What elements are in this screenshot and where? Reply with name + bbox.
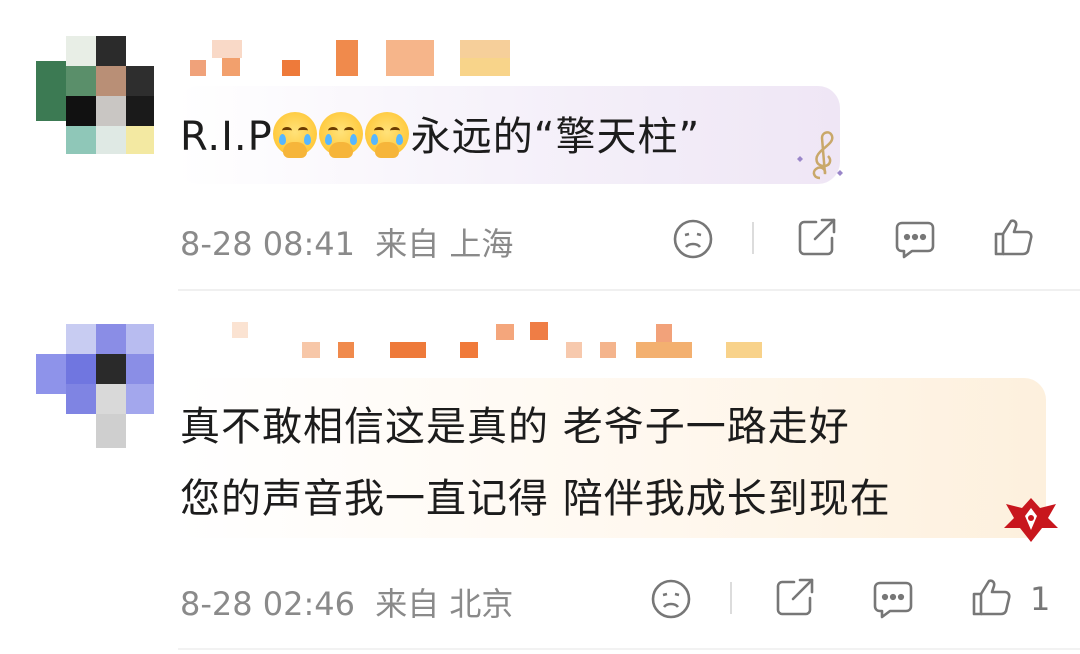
comment-meta: 8-28 08:41 来自 上海 [180,219,513,265]
comment-text-suffix: 永远的“擎天柱” [410,114,701,160]
comment-time: 8-28 08:41 [180,225,356,263]
crying-face-emoji [318,112,363,158]
username[interactable] [190,40,520,80]
comment-text: R.I.P 永远的“擎天柱” [180,104,700,162]
avatar[interactable] [36,36,154,154]
comment-item: R.I.P 永远的“擎天柱” 8-28 08:41 来自 上海 [0,0,1080,290]
like-count: 1 [1030,580,1051,618]
comment-item: 真不敢相信这是真的 老爷子一路走好 您的声音我一直记得 陪伴我成长到现在 8-2… [0,292,1080,654]
comment-text-line: 您的声音我一直记得 陪伴我成长到现在 [180,476,891,522]
comment-location: 来自 北京 [375,585,514,623]
username[interactable] [196,322,776,362]
sad-face-icon[interactable] [650,578,692,620]
thumbs-up-icon[interactable] [992,216,1034,258]
share-icon[interactable] [774,576,816,618]
sad-face-icon[interactable] [672,218,714,260]
avatar[interactable] [36,324,154,448]
share-icon[interactable] [796,216,838,258]
dragon-badge-icon [1000,494,1062,550]
comment-location: 来自 上海 [375,225,514,263]
comment-icon[interactable] [894,218,936,260]
divider [752,222,754,254]
divider [730,582,732,614]
music-note-icon [794,128,850,190]
thumbs-up-icon[interactable] [970,576,1012,618]
comment-time: 8-28 02:46 [180,585,356,623]
comment-text-prefix: R.I.P [180,114,273,160]
crying-face-emoji [272,112,317,158]
comment-icon[interactable] [872,578,914,620]
comment-meta: 8-28 02:46 来自 北京 [180,579,513,625]
divider [178,289,1080,291]
divider [178,648,1080,650]
crying-face-emoji [364,112,409,158]
comment-text-line: 真不敢相信这是真的 老爷子一路走好 [180,404,850,450]
